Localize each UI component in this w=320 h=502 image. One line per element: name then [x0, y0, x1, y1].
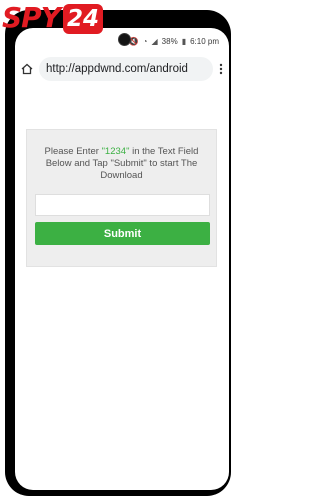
phone-frame: 🔇 ◔ ◢ 38% ▮ 6:10 pm http://appdwnd.com/a… — [5, 10, 231, 496]
url-field[interactable]: http://appdwnd.com/android — [39, 57, 213, 81]
front-camera — [118, 33, 131, 46]
download-prompt-box: Please Enter "1234" in the Text Field Be… — [26, 129, 217, 267]
browser-address-bar: http://appdwnd.com/android — [15, 54, 229, 84]
code-text: "1234" — [101, 146, 130, 157]
battery-level: 38% — [161, 36, 178, 46]
home-icon[interactable] — [21, 63, 33, 75]
battery-icon: ▮ — [181, 36, 187, 46]
code-input-field[interactable] — [35, 194, 210, 216]
signal-icon: ◢ — [151, 36, 158, 46]
logo-badge: 24 — [62, 4, 103, 34]
spy24-logo: SPY 24 — [2, 2, 103, 42]
kebab-menu-icon[interactable] — [219, 63, 223, 75]
logo-text: SPY — [2, 1, 61, 34]
instructions-text: Please Enter "1234" in the Text Field Be… — [31, 146, 212, 182]
url-text: http://appdwnd.com/android — [46, 63, 188, 75]
submit-button[interactable]: Submit — [35, 222, 210, 245]
phone-screen: 🔇 ◔ ◢ 38% ▮ 6:10 pm http://appdwnd.com/a… — [15, 28, 229, 490]
clock: 6:10 pm — [190, 36, 219, 46]
wifi-icon: ◔ — [142, 36, 148, 46]
instruction-before: Please Enter — [44, 146, 102, 157]
